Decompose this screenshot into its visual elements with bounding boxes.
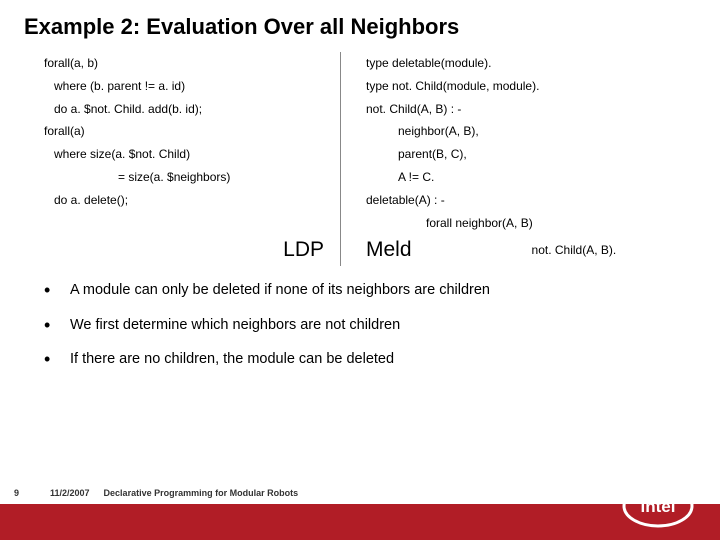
footer-subtitle: Declarative Programming for Modular Robo… (104, 488, 299, 498)
meld-code-block: type deletable(module). type not. Child(… (346, 52, 688, 234)
content-area: forall(a, b) where (b. parent != a. id) … (0, 48, 720, 262)
footer-bar (0, 504, 720, 540)
intel-logo: intel (622, 471, 710, 534)
footer-text: 11/2/2007 Declarative Programming for Mo… (50, 482, 298, 504)
code-line: deletable(A) : - (366, 189, 688, 212)
ldp-label: LDP (44, 238, 346, 262)
bullet-item: If there are no children, the module can… (70, 349, 680, 369)
meld-label: Meld (346, 238, 412, 262)
code-line: do a. $not. Child. add(b. id); (44, 98, 346, 121)
code-line: not. Child(A, B). (412, 243, 617, 257)
code-line: not. Child(A, B) : - (366, 98, 688, 121)
slide-title: Example 2: Evaluation Over all Neighbors (0, 0, 720, 48)
code-line: forall(a) (44, 120, 346, 143)
language-labels-row: LDP Meld not. Child(A, B). (44, 238, 688, 262)
bullet-item: A module can only be deleted if none of … (70, 280, 680, 300)
code-line: forall neighbor(A, B) (366, 212, 688, 235)
code-line: where size(a. $not. Child) (44, 143, 346, 166)
bullet-item: We first determine which neighbors are n… (70, 315, 680, 335)
code-columns: forall(a, b) where (b. parent != a. id) … (44, 52, 688, 234)
code-line: where (b. parent != a. id) (44, 75, 346, 98)
svg-text:intel: intel (641, 497, 676, 516)
code-line: forall(a, b) (44, 52, 346, 75)
code-line: A != C. (366, 166, 688, 189)
slide-number: 9 (14, 482, 19, 504)
code-line: type not. Child(module, module). (366, 75, 688, 98)
footer-date: 11/2/2007 (50, 488, 90, 498)
code-line: neighbor(A, B), (366, 120, 688, 143)
bullet-list: A module can only be deleted if none of … (0, 262, 720, 369)
ldp-code-block: forall(a, b) where (b. parent != a. id) … (44, 52, 346, 234)
code-line: type deletable(module). (366, 52, 688, 75)
code-line: = size(a. $neighbors) (44, 166, 346, 189)
code-line: parent(B, C), (366, 143, 688, 166)
code-line: do a. delete(); (44, 189, 346, 212)
